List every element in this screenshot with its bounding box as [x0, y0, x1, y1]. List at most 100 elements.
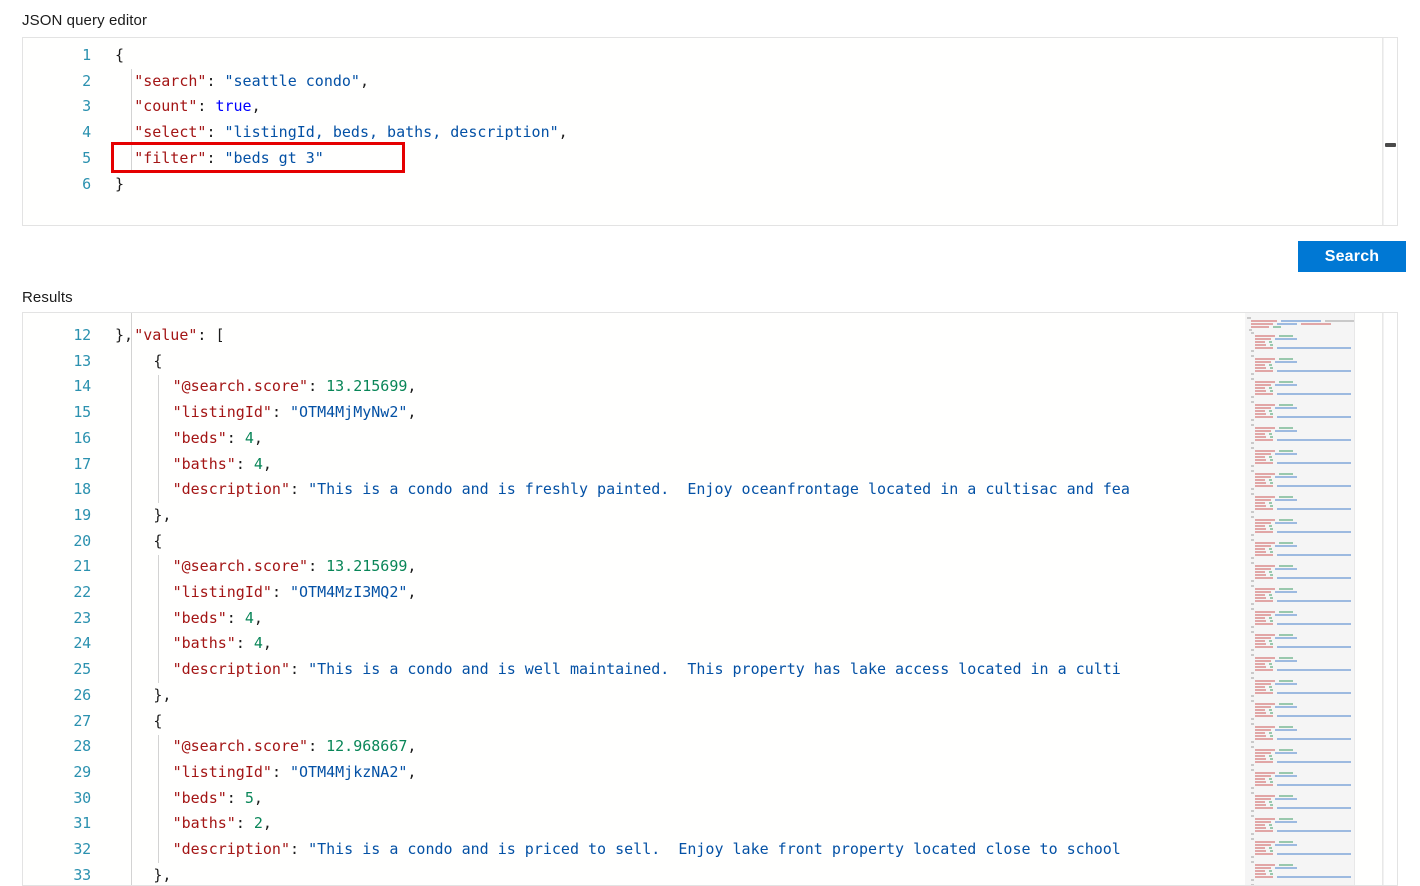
code-token-key: "search" [134, 71, 207, 90]
minimap-line [1270, 804, 1273, 806]
minimap-line [1255, 617, 1265, 619]
minimap-line [1255, 430, 1271, 432]
code-token-punc: : [206, 71, 225, 90]
minimap-line [1269, 433, 1272, 435]
minimap-line [1275, 683, 1297, 685]
code-token-str: "listingId, beds, baths, description" [224, 123, 559, 142]
minimap-line [1251, 373, 1254, 375]
minimap-line [1255, 844, 1271, 846]
minimap-line [1255, 867, 1271, 869]
minimap-line [1255, 344, 1266, 346]
minimap-divider [1382, 38, 1383, 225]
code-token-key: "count" [134, 97, 198, 116]
minimap-line [1275, 844, 1297, 846]
code-token-num: 4 [244, 428, 254, 447]
minimap-line [1255, 554, 1273, 556]
minimap-line [1277, 784, 1351, 786]
minimap-line [1255, 393, 1273, 395]
search-button[interactable]: Search [1298, 241, 1406, 272]
minimap-line [1277, 692, 1351, 694]
minimap-line [1270, 758, 1273, 760]
minimap-line [1251, 470, 1254, 472]
minimap-line [1269, 847, 1272, 849]
minimap-line [1251, 534, 1254, 536]
minimap-line [1251, 539, 1254, 541]
minimap-line [1255, 361, 1271, 363]
code-token-key: "@search.score" [172, 557, 309, 576]
minimap-line [1275, 591, 1297, 593]
code-token-str: "seattle condo" [224, 71, 360, 90]
minimap-line [1275, 798, 1297, 800]
minimap-line [1277, 485, 1351, 487]
minimap-line [1255, 772, 1275, 774]
minimap-line [1270, 436, 1273, 438]
code-token-punc: : [226, 428, 245, 447]
minimap-line [1255, 347, 1273, 349]
minimap-line [1255, 752, 1271, 754]
minimap-line [1251, 769, 1254, 771]
json-query-editor[interactable]: 1 {2 "search": "seattle condo", 3 "count": t… [22, 37, 1398, 226]
minimap-line [1251, 350, 1254, 352]
minimap-line [1255, 749, 1275, 751]
code-token-punc: : [ [197, 326, 225, 344]
minimap-line [1255, 683, 1271, 685]
minimap-line [1270, 574, 1273, 576]
minimap-divider [1354, 313, 1355, 885]
code-token-punc: , [262, 634, 272, 653]
minimap-line [1270, 827, 1273, 829]
minimap-line [1255, 611, 1275, 613]
minimap-line [1255, 821, 1271, 823]
results-overview-ruler[interactable] [1383, 313, 1397, 885]
minimap-line [1275, 867, 1297, 869]
minimap-line [1275, 729, 1297, 731]
minimap-line [1270, 505, 1273, 507]
minimap-line [1279, 358, 1293, 360]
minimap-line [1269, 502, 1272, 504]
minimap-line [1269, 525, 1272, 527]
minimap-line [1277, 577, 1351, 579]
code-token-punc: : [226, 608, 245, 627]
code-token-punc: , [359, 71, 369, 90]
editor-minimap[interactable] [1245, 313, 1355, 885]
code-line-text: }, [153, 503, 171, 529]
minimap-line [1251, 833, 1254, 835]
minimap-line [1277, 462, 1351, 464]
minimap-line [1277, 761, 1351, 763]
minimap-line [1277, 323, 1297, 325]
code-token-num: 13.215699 [326, 557, 408, 576]
code-token-punc: }, [153, 685, 172, 704]
code-line-text: "beds": 5, [173, 786, 263, 812]
minimap-line [1255, 453, 1271, 455]
minimap-line [1255, 571, 1265, 573]
code-token-key: "value" [134, 326, 198, 344]
minimap-line [1251, 378, 1254, 380]
minimap-line [1255, 778, 1265, 780]
minimap-line [1255, 801, 1265, 803]
line-number: 23 [73, 608, 91, 627]
minimap-line [1255, 847, 1265, 849]
minimap-line [1255, 646, 1273, 648]
minimap-line [1269, 617, 1272, 619]
code-line-text: "beds": 4, [173, 606, 263, 632]
minimap-line [1255, 416, 1273, 418]
minimap-line [1251, 580, 1254, 582]
minimap-line [1270, 873, 1273, 875]
code-token-punc: , [407, 377, 417, 396]
code-token-punc: : [290, 480, 309, 499]
minimap-line [1251, 447, 1254, 449]
results-editor[interactable]: }, 12 "value": [13 {14 "@search.score": 13.… [22, 312, 1398, 886]
code-token-bool: true [215, 97, 252, 116]
minimap-line [1270, 367, 1273, 369]
json-query-page: JSON query editor 1 {2 "search": "seattle … [0, 0, 1420, 886]
minimap-line [1251, 332, 1254, 334]
minimap-line [1255, 485, 1273, 487]
line-number: 27 [73, 711, 91, 730]
line-number: 19 [73, 505, 91, 524]
line-number: 13 [73, 351, 91, 370]
editor-overview-ruler[interactable] [1383, 38, 1397, 225]
minimap-line [1255, 508, 1273, 510]
minimap-line [1251, 861, 1254, 863]
line-number: 15 [73, 403, 91, 422]
minimap-line [1277, 738, 1351, 740]
minimap-line [1301, 323, 1331, 325]
